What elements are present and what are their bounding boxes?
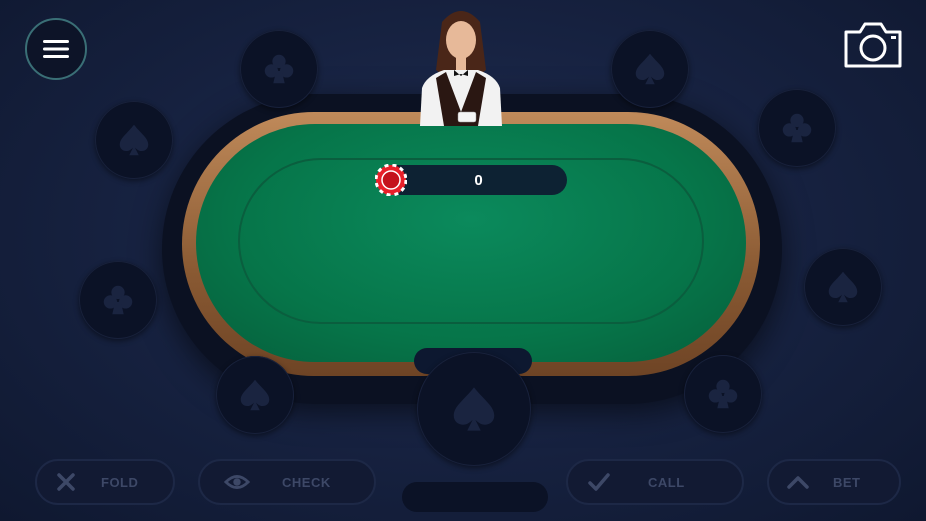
check-button[interactable]: CHECK <box>198 459 376 505</box>
seat-spade-left-upper[interactable] <box>95 101 173 179</box>
seat-spade-bottom-left[interactable] <box>216 356 294 434</box>
hamburger-menu-icon <box>43 40 69 58</box>
fold-button[interactable]: FOLD <box>35 459 175 505</box>
spade-icon <box>828 271 858 303</box>
bottom-center-plate <box>402 482 548 512</box>
seat-player-main[interactable] <box>417 352 531 466</box>
club-icon <box>782 113 812 143</box>
pot-display: 0 <box>382 165 567 195</box>
club-icon <box>103 285 133 315</box>
spade-icon <box>453 387 495 431</box>
camera-button[interactable] <box>842 20 904 70</box>
seat-spade-right-lower[interactable] <box>804 248 882 326</box>
camera-icon <box>844 22 902 68</box>
seat-spade-top-right[interactable] <box>611 30 689 108</box>
call-label: CALL <box>648 474 685 490</box>
call-button[interactable]: CALL <box>566 459 744 505</box>
club-icon <box>708 379 738 409</box>
club-icon <box>264 54 294 84</box>
eye-icon <box>224 469 250 495</box>
dealer-avatar <box>420 11 502 126</box>
fold-label: FOLD <box>101 474 139 490</box>
bet-button[interactable]: BET <box>767 459 901 505</box>
seat-club-right-upper[interactable] <box>758 89 836 167</box>
chevron-up-icon <box>785 469 811 495</box>
bet-label: BET <box>833 474 861 490</box>
spade-icon <box>240 379 270 411</box>
x-icon <box>53 469 79 495</box>
menu-button[interactable] <box>25 18 87 80</box>
check-label: CHECK <box>282 474 331 490</box>
seat-club-bottom-right[interactable] <box>684 355 762 433</box>
spade-icon <box>119 124 149 156</box>
seat-club-left-lower[interactable] <box>79 261 157 339</box>
pot-value: 0 <box>474 171 483 189</box>
poker-chip-icon <box>375 164 407 196</box>
checkmark-icon <box>586 469 612 495</box>
spade-icon <box>635 53 665 85</box>
seat-club-top-left[interactable] <box>240 30 318 108</box>
